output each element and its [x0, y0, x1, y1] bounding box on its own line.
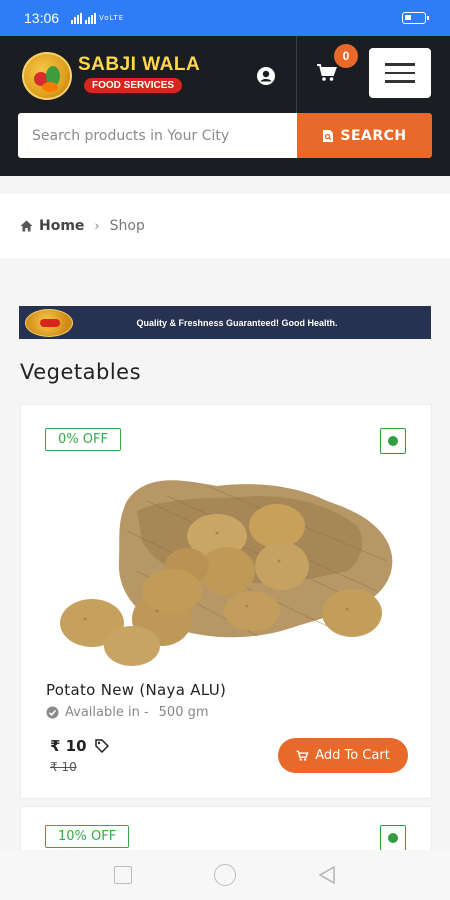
square-icon[interactable] [114, 866, 132, 884]
availability-info: Available in - 500 gm [46, 705, 209, 720]
discount-badge: 10% OFF [45, 825, 130, 848]
veg-indicator-icon [380, 825, 406, 851]
user-circle-icon [257, 67, 275, 85]
availability-label: Available in - [65, 705, 149, 720]
product-card[interactable]: 0% OFF Potato New (Naya ALU) Available i… [20, 404, 432, 799]
volte-label: VoLTE [99, 14, 125, 22]
account-button[interactable] [252, 62, 280, 90]
add-to-cart-button[interactable]: Add To Cart [278, 738, 408, 773]
availability-value: 500 gm [158, 705, 209, 720]
search-button[interactable]: SEARCH [297, 113, 432, 158]
triangle-back-icon[interactable] [318, 865, 336, 885]
signal-indicators: VoLTE [71, 12, 125, 24]
hamburger-menu-icon [385, 63, 415, 83]
circle-icon[interactable] [214, 864, 236, 886]
battery-icon [402, 12, 429, 24]
logo-subtitle: FOOD SERVICES [84, 78, 183, 93]
cart-icon [296, 750, 309, 761]
logo-title: SABJI WALA [78, 54, 201, 75]
status-bar: 13:06 VoLTE [0, 0, 450, 36]
menu-button[interactable] [369, 48, 431, 98]
price-row: ₹ 10 [50, 737, 109, 755]
product-name[interactable]: Potato New (Naya ALU) [46, 681, 226, 699]
home-icon [20, 220, 33, 232]
header-divider [296, 36, 297, 114]
banner-text: Quality & Freshness Guaranteed! Good Hea… [136, 317, 338, 328]
breadcrumb: Home › Shop [0, 194, 450, 258]
tag-icon [94, 739, 109, 753]
product-image[interactable] [57, 441, 397, 671]
product-price: ₹ 10 [50, 737, 87, 755]
check-badge-icon [46, 706, 59, 719]
search-bar: SEARCH [18, 113, 432, 158]
logo-emblem-icon [22, 52, 72, 100]
search-button-label: SEARCH [340, 127, 407, 144]
chevron-right-icon: › [94, 218, 100, 234]
cart-count-badge: 0 [334, 44, 358, 68]
signal-icon [71, 12, 83, 24]
section-title: Vegetables [20, 360, 142, 384]
banner-logo-icon [25, 308, 73, 337]
status-time: 13:06 [24, 10, 60, 26]
product-mrp: ₹ 10 [50, 760, 77, 774]
brand-logo[interactable]: SABJI WALA FOOD SERVICES [22, 50, 201, 102]
search-input[interactable] [18, 113, 297, 158]
breadcrumb-home-label: Home [39, 218, 85, 234]
breadcrumb-current: Shop [109, 218, 145, 234]
system-nav-bar [0, 850, 450, 900]
promo-banner[interactable]: Quality & Freshness Guaranteed! Good Hea… [19, 306, 431, 339]
app-header: SABJI WALA FOOD SERVICES 0 Search produc… [0, 36, 450, 176]
add-to-cart-label: Add To Cart [315, 748, 390, 763]
search-document-icon [323, 129, 334, 142]
breadcrumb-home-link[interactable]: Home [20, 218, 84, 234]
signal-icon-2 [85, 12, 97, 24]
cart-icon [317, 64, 337, 81]
